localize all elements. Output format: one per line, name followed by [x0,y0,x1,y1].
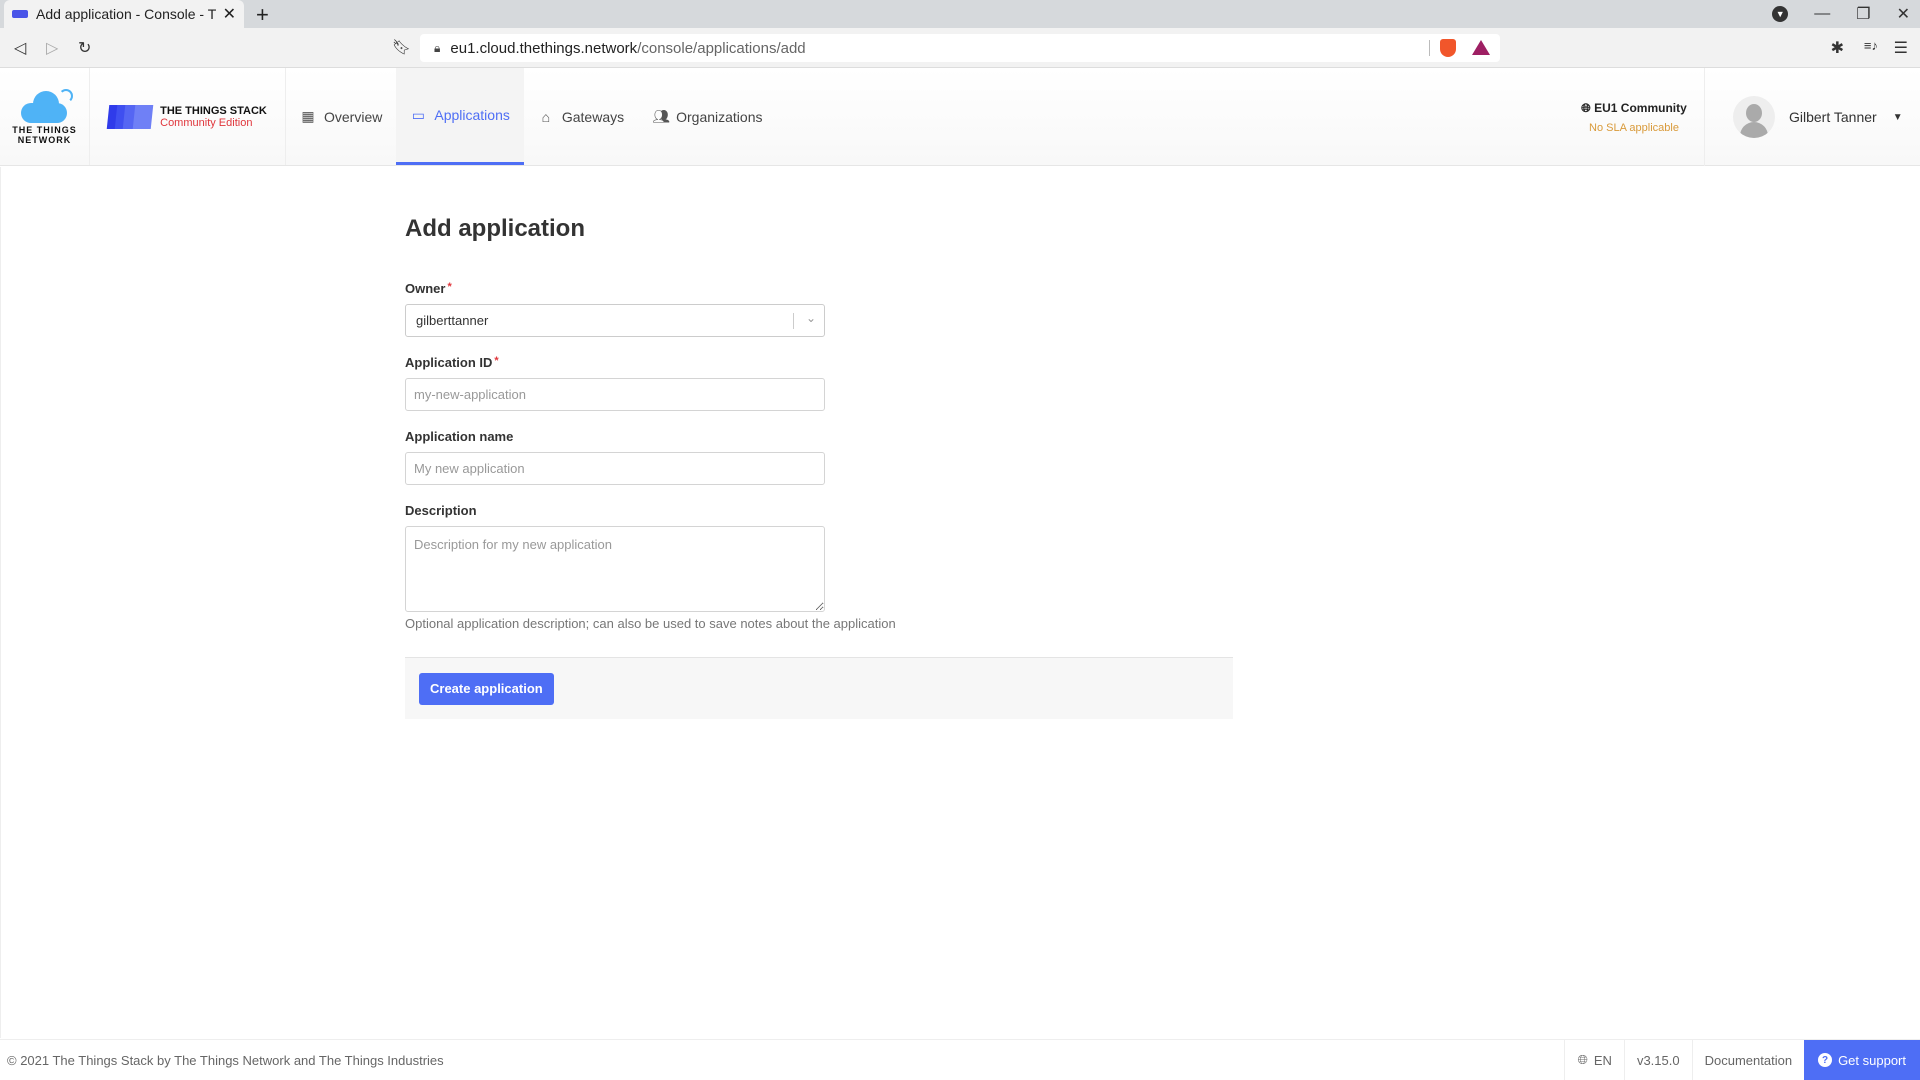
app-header: THE THINGS NETWORK THE THINGS STACK Comm… [0,68,1920,166]
application-id-label: Application ID [405,355,493,370]
brave-rewards-icon[interactable] [1472,40,1490,55]
create-application-button[interactable]: Create application [419,672,554,705]
user-name: Gilbert Tanner [1789,109,1877,125]
router-icon: ⌂ [541,108,551,125]
dashboard-icon: ▦ [301,108,315,124]
tab-list-dropdown-icon[interactable]: ▼ [1772,6,1789,22]
owner-field: Owner * gilberttanner ⌄ [405,281,1233,337]
browser-toolbar: ◁ ▷ ↻ 🔖︎ 🔒︎ eu1.cloud.thethings.network … [0,28,1920,68]
url-path: /console/applications/add [637,39,806,57]
help-circle-icon: ? [1818,1053,1833,1067]
address-bar[interactable]: 🔒︎ eu1.cloud.thethings.network /console/… [420,34,1500,62]
ttn-logo[interactable]: THE THINGS NETWORK [0,68,90,165]
forward-icon[interactable]: ▷ [46,38,58,58]
sla-notice: No SLA applicable [1589,121,1679,134]
owner-label: Owner [405,281,446,296]
add-application-form: Add application Owner * gilberttanner ⌄ A… [405,215,1233,719]
media-playlist-icon[interactable]: ≡♪ [1864,38,1878,53]
caret-down-icon: ▼ [1892,111,1903,123]
nav-item-organizations[interactable]: 👥︎ Organizations [638,68,776,165]
chevron-down-icon[interactable]: ⌄ [806,311,816,325]
cloud-logo-icon [17,88,73,123]
group-icon: 👥︎ [652,108,670,124]
bookmark-icon[interactable]: 🔖︎ [392,38,411,56]
globe-icon: 🌐︎ [1577,1052,1588,1067]
browser-tab-bar: Add application - Console - Th ✕ + ▼ — ❐… [0,0,1920,28]
application-name-input[interactable] [405,452,825,485]
tab-close-icon[interactable]: ✕ [223,4,236,24]
copyright-text: © 2021 The Things Stack by The Things Ne… [7,1052,444,1068]
description-field: Description Optional application descrip… [405,503,1233,631]
avatar [1733,96,1775,138]
application-window-icon: ▭ [411,106,425,123]
nav-label: Organizations [676,108,763,125]
browser-tab[interactable]: Add application - Console - Th ✕ [4,0,244,28]
restore-icon[interactable]: ❐ [1856,4,1870,24]
required-marker: * [447,281,452,293]
ttn-logo-line2: NETWORK [17,134,72,145]
tts-logo-edition: Community Edition [160,116,253,129]
select-separator [793,313,794,329]
window-close-icon[interactable]: ✕ [1897,4,1910,24]
nav-item-gateways[interactable]: ⌂ Gateways [524,68,638,165]
form-submit-bar: Create application [405,657,1233,719]
reload-icon[interactable]: ↻ [78,38,91,58]
application-id-field: Application ID * [405,355,1233,411]
tts-stack-icon [106,104,154,129]
documentation-link[interactable]: Documentation [1691,1040,1804,1080]
window-controls: ▼ — ❐ ✕ [1772,4,1910,24]
required-marker: * [494,355,499,367]
main-content: Add application Owner * gilberttanner ⌄ A… [0,167,1920,1038]
nav-item-applications[interactable]: ▭ Applications [396,68,524,165]
favicon-icon [12,10,28,18]
owner-select-value: gilberttanner [416,313,489,328]
lock-icon: 🔒︎ [434,40,441,55]
page-title: Add application [405,215,585,242]
description-hint: Optional application description; can al… [405,616,896,631]
new-tab-button[interactable]: + [256,2,269,28]
get-support-button[interactable]: ? Get support [1804,1040,1920,1080]
owner-select[interactable]: gilberttanner ⌄ [405,304,825,337]
application-name-label: Application name [405,429,514,444]
version-label: v3.15.0 [1623,1040,1692,1080]
cluster-name: EU1 Community [1594,100,1687,115]
minimize-icon[interactable]: — [1814,5,1830,23]
application-id-input[interactable] [405,378,825,411]
url-separator [1429,40,1430,56]
get-support-label: Get support [1838,1052,1906,1068]
nav-label: Gateways [561,108,625,125]
browser-menu-icon[interactable]: ☰ [1894,38,1908,58]
main-nav: ▦ Overview ▭ Applications ⌂ Gateways 👥︎ … [286,68,777,165]
globe-icon: 🌐︎ [1581,100,1591,115]
url-host: eu1.cloud.thethings.network [450,39,638,57]
application-name-field: Application name [405,429,1233,485]
footer: © 2021 The Things Stack by The Things Ne… [0,1039,1920,1080]
user-menu[interactable]: Gilbert Tanner ▼ [1704,68,1920,166]
language-label: EN [1593,1052,1612,1068]
description-textarea[interactable] [405,526,825,612]
language-selector[interactable]: 🌐︎ EN [1564,1040,1623,1080]
cluster-info: 🌐︎ EU1 Community No SLA applicable [1564,68,1704,166]
nav-label: Overview [324,108,383,125]
nav-item-overview[interactable]: ▦ Overview [286,68,396,165]
brave-shields-icon[interactable] [1440,39,1456,57]
tab-title: Add application - Console - Th [36,6,217,22]
extensions-icon[interactable]: ✱ [1831,38,1844,58]
description-label: Description [405,503,477,518]
tts-logo[interactable]: THE THINGS STACK Community Edition [90,68,286,165]
nav-label: Applications [434,107,510,123]
tts-logo-title: THE THINGS STACK [160,104,267,117]
ttn-logo-line1: THE THINGS [12,124,77,135]
back-icon[interactable]: ◁ [14,38,26,58]
